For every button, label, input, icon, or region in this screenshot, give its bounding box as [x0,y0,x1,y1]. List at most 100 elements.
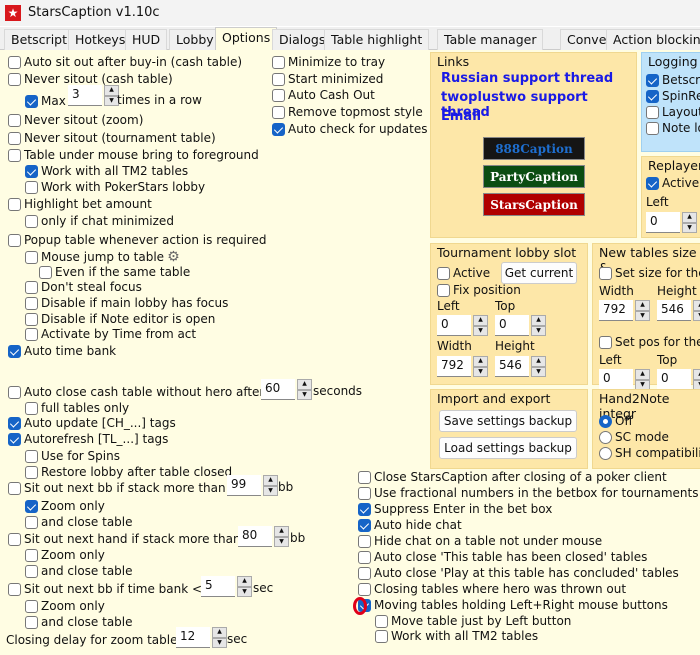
left-option-12[interactable]: Mouse jump to table ⚙ [25,249,180,265]
left-option-28[interactable]: Sit out next hand if stack more than [8,531,241,547]
spin-down-button[interactable]: ▼ [297,389,312,400]
new-top-spinbox[interactable]: 0▲▼ [657,369,700,390]
tournament-top-spinbox[interactable]: 0 ▲ ▼ [495,315,546,336]
spin-down-button[interactable]: ▼ [473,325,488,336]
spin-up-button[interactable]: ▲ [693,300,700,311]
middle-option-2[interactable]: Start minimized [272,71,383,87]
checkbox[interactable] [8,131,21,145]
left-option-34[interactable]: Closing delay for zoom tables [6,632,184,648]
spin-value-field[interactable]: 0 [657,369,691,390]
spin-down-button[interactable]: ▼ [635,310,650,321]
bottom-option-5[interactable]: Hide chat on a table not under mouse [358,533,602,549]
brand-button-starscaption[interactable]: StarsCaption [483,193,585,216]
left-option-18[interactable]: Auto time bank [8,343,116,359]
replayer-left-spinbox[interactable]: 0 ▲ ▼ [646,212,697,233]
checkbox[interactable] [25,449,38,463]
spin-value-field[interactable]: 546 [657,300,691,321]
replayer-active-checkbox[interactable]: Active [646,175,699,191]
hand2note-radio-2[interactable]: SC mode [599,429,669,445]
spin-up-button[interactable]: ▲ [297,379,312,390]
checkbox[interactable] [25,499,38,513]
checkbox[interactable] [358,534,371,548]
link-1[interactable]: Russian support thread [441,71,613,86]
set-size-checkbox[interactable]: Set size for the [599,265,700,281]
radio[interactable] [599,414,612,428]
left-option-33[interactable]: and close table [25,614,133,630]
spin-up-button[interactable]: ▲ [212,627,227,638]
radio[interactable] [599,446,612,460]
checkbox[interactable] [25,180,38,194]
spin-down-button[interactable]: ▼ [274,536,289,547]
left-option-3-spinbox[interactable]: 3 ▲ ▼ [68,85,119,106]
bottom-option-2[interactable]: Use fractional numbers in the betbox for… [358,485,699,501]
checkbox[interactable] [25,548,38,562]
brand-button-partycaption[interactable]: PartyCaption [483,165,585,188]
spin-value-field[interactable]: 0 [437,315,471,336]
checkbox[interactable] [25,465,38,479]
checkbox[interactable] [8,532,21,546]
tab-betscript[interactable]: Betscript [4,29,74,50]
spin-down-button[interactable]: ▼ [682,222,697,233]
checkbox[interactable] [646,176,659,190]
bottom-option-3[interactable]: Suppress Enter in the bet box [358,501,552,517]
save-settings-backup-button[interactable]: Save settings backup [439,410,577,432]
logging-option-1[interactable]: Betscri [646,72,700,88]
left-option-27[interactable]: and close table [25,514,133,530]
tournament-left-spinbox[interactable]: 0 ▲ ▼ [437,315,488,336]
spin-down-button[interactable]: ▼ [237,586,252,597]
checkbox[interactable] [646,89,659,103]
checkbox[interactable] [25,327,38,341]
spin-value-field[interactable]: 99 [227,475,261,496]
checkbox[interactable] [25,296,38,310]
middle-option-1[interactable]: Minimize to tray [272,54,385,70]
left-option-29[interactable]: Zoom only [25,547,105,563]
spin-value-field[interactable]: 60 [261,379,295,400]
logging-option-4[interactable]: Note lo [646,120,700,136]
checkbox[interactable] [8,344,21,358]
tournament-height-spinbox[interactable]: 546 ▲ ▼ [495,356,546,377]
left-option-11[interactable]: Popup table whenever action is required [8,232,266,248]
spin-down-button[interactable]: ▼ [531,325,546,336]
left-option-7[interactable]: Work with all TM2 tables [25,163,188,179]
left-option-26[interactable]: Zoom only [25,498,105,514]
bottom-option-10[interactable]: Move table just by Left button [375,613,571,629]
checkbox[interactable] [8,197,21,211]
left-option-21[interactable]: Auto update [CH_...] tags [8,415,176,431]
checkbox[interactable] [8,55,21,69]
bottom-option-6[interactable]: Auto close 'This table has been closed' … [358,549,647,565]
left-option-20[interactable]: full tables only [25,400,129,416]
left-option-14[interactable]: Don't steal focus [25,279,142,295]
checkbox[interactable] [25,312,38,326]
checkbox[interactable] [646,73,659,87]
checkbox[interactable] [25,515,38,529]
checkbox[interactable] [25,401,38,415]
tournament-active-checkbox[interactable]: Active [437,265,490,281]
spin-up-button[interactable]: ▲ [531,356,546,367]
left-option-4[interactable]: Never sitout (zoom) [8,112,143,128]
bottom-option-4[interactable]: Auto hide chat [358,517,462,533]
new-width-spinbox[interactable]: 792 ▲ ▼ [599,300,650,321]
bottom-option-11[interactable]: Work with all TM2 tables [375,628,538,644]
logging-option-2[interactable]: SpinRe [646,88,700,104]
spin-up-button[interactable]: ▲ [237,576,252,587]
spin-up-button[interactable]: ▲ [531,315,546,326]
checkbox[interactable] [8,233,21,247]
left-option-30[interactable]: and close table [25,563,133,579]
checkbox[interactable] [358,582,371,596]
left-option-8[interactable]: Work with PokerStars lobby [25,179,205,195]
spin-up-button[interactable]: ▲ [635,369,650,380]
checkbox[interactable] [375,629,388,643]
spin-up-button[interactable]: ▲ [263,475,278,486]
spin-value-field[interactable]: 0 [599,369,633,390]
middle-option-3[interactable]: Auto Cash Out [272,87,375,103]
spin-value-field[interactable]: 80 [238,526,272,547]
checkbox[interactable] [358,502,371,516]
bottom-option-9[interactable]: Moving tables holding Left+Right mouse b… [358,597,668,613]
checkbox[interactable] [8,113,21,127]
checkbox[interactable] [599,335,612,349]
checkbox[interactable] [25,94,38,108]
left-option-19[interactable]: Auto close cash table without hero after [8,384,264,400]
left-option-32[interactable]: Zoom only [25,598,105,614]
left-option-5[interactable]: Never sitout (tournament table) [8,130,216,146]
bottom-option-1[interactable]: Close StarsCaption after closing of a po… [358,469,667,485]
